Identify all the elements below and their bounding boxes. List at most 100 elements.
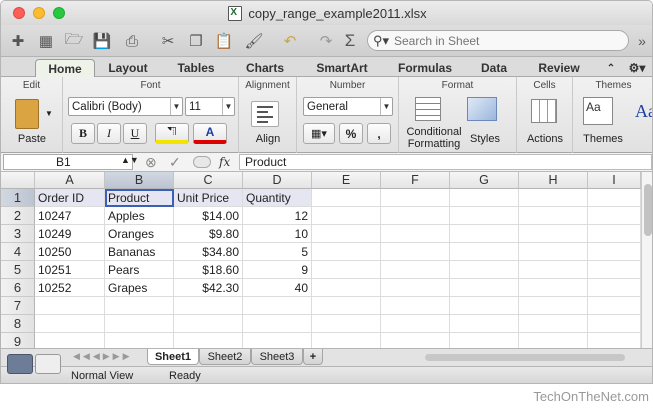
- number-format-select[interactable]: General ▼: [303, 97, 393, 116]
- cell-e6[interactable]: [312, 279, 381, 297]
- formula-builder-icon[interactable]: [193, 156, 211, 168]
- cell-d3[interactable]: 10: [243, 225, 312, 243]
- vertical-scrollbar[interactable]: [641, 172, 652, 348]
- cell-c3[interactable]: $9.80: [174, 225, 243, 243]
- cell-b8[interactable]: [105, 315, 174, 333]
- cell-a9[interactable]: [35, 333, 105, 348]
- function-fx-icon[interactable]: fx: [219, 155, 230, 169]
- column-header-h[interactable]: H: [519, 172, 588, 189]
- italic-button[interactable]: I: [97, 123, 121, 144]
- cell-c2[interactable]: $14.00: [174, 207, 243, 225]
- add-sheet-button[interactable]: +: [303, 349, 323, 365]
- open-icon[interactable]: 🗁: [63, 30, 85, 52]
- cell-g2[interactable]: [450, 207, 519, 225]
- cell-h8[interactable]: [519, 315, 588, 333]
- save-icon[interactable]: 💾: [91, 30, 113, 52]
- themes-label[interactable]: Themes: [575, 133, 631, 145]
- column-header-b[interactable]: B: [105, 172, 174, 189]
- cell-b7[interactable]: [105, 297, 174, 315]
- cell-g1[interactable]: [450, 189, 519, 207]
- search-input[interactable]: [394, 31, 614, 50]
- format-painter-icon[interactable]: 🖌: [243, 30, 265, 52]
- cell-h1[interactable]: [519, 189, 588, 207]
- cell-d8[interactable]: [243, 315, 312, 333]
- cell-a5[interactable]: 10251: [35, 261, 105, 279]
- tab-charts[interactable]: Charts: [231, 59, 299, 77]
- cell-g8[interactable]: [450, 315, 519, 333]
- align-label[interactable]: Align: [239, 133, 297, 145]
- cell-b1[interactable]: Product: [105, 189, 174, 207]
- cell-f9[interactable]: [381, 333, 450, 348]
- cell-f6[interactable]: [381, 279, 450, 297]
- comma-button[interactable]: ,: [367, 123, 391, 144]
- undo-icon[interactable]: ↶: [279, 30, 301, 52]
- autosum-icon[interactable]: Σ: [339, 30, 361, 52]
- cell-i6[interactable]: [588, 279, 641, 297]
- horizontal-scroll-thumb[interactable]: [425, 354, 625, 361]
- themes-icon[interactable]: Aa: [583, 97, 613, 125]
- cell-i1[interactable]: [588, 189, 641, 207]
- actions-icon[interactable]: [531, 99, 557, 123]
- cell-c7[interactable]: [174, 297, 243, 315]
- confirm-entry-icon[interactable]: ✓: [169, 154, 181, 171]
- cell-c1[interactable]: Unit Price: [174, 189, 243, 207]
- row-header-6[interactable]: 6: [1, 279, 35, 297]
- column-header-c[interactable]: C: [174, 172, 243, 189]
- cell-h3[interactable]: [519, 225, 588, 243]
- toolbar-overflow-icon[interactable]: »: [631, 30, 652, 52]
- tab-layout[interactable]: Layout: [95, 59, 161, 77]
- cell-e5[interactable]: [312, 261, 381, 279]
- column-header-g[interactable]: G: [450, 172, 519, 189]
- conditional-formatting-label[interactable]: Conditional Formatting: [399, 126, 469, 150]
- cell-d2[interactable]: 12: [243, 207, 312, 225]
- percent-button[interactable]: %: [339, 123, 363, 144]
- tab-home[interactable]: Home: [35, 59, 95, 77]
- vertical-scroll-thumb[interactable]: [644, 184, 652, 236]
- styles-icon[interactable]: [467, 97, 497, 121]
- tab-formulas[interactable]: Formulas: [385, 59, 465, 77]
- underline-button[interactable]: U: [123, 123, 147, 144]
- cell-c5[interactable]: $18.60: [174, 261, 243, 279]
- cell-i2[interactable]: [588, 207, 641, 225]
- select-all-corner[interactable]: [1, 172, 35, 189]
- cell-e7[interactable]: [312, 297, 381, 315]
- cell-f5[interactable]: [381, 261, 450, 279]
- column-header-a[interactable]: A: [35, 172, 105, 189]
- actions-label[interactable]: Actions: [517, 133, 573, 145]
- cut-icon[interactable]: ✂: [157, 30, 179, 52]
- cell-d9[interactable]: [243, 333, 312, 348]
- cell-h2[interactable]: [519, 207, 588, 225]
- cell-i3[interactable]: [588, 225, 641, 243]
- search-box[interactable]: ⚲▾: [367, 30, 629, 51]
- name-box[interactable]: B1: [3, 154, 133, 170]
- cell-a3[interactable]: 10249: [35, 225, 105, 243]
- row-header-9[interactable]: 9: [1, 333, 35, 348]
- cell-g3[interactable]: [450, 225, 519, 243]
- cell-b4[interactable]: Bananas: [105, 243, 174, 261]
- gallery-icon[interactable]: ▦: [35, 30, 57, 52]
- row-header-2[interactable]: 2: [1, 207, 35, 225]
- cell-d6[interactable]: 40: [243, 279, 312, 297]
- row-header-4[interactable]: 4: [1, 243, 35, 261]
- paste-icon[interactable]: 📋: [213, 30, 235, 52]
- cell-b3[interactable]: Oranges: [105, 225, 174, 243]
- cell-e8[interactable]: [312, 315, 381, 333]
- paste-label[interactable]: Paste: [1, 133, 63, 145]
- cell-d4[interactable]: 5: [243, 243, 312, 261]
- column-header-e[interactable]: E: [312, 172, 381, 189]
- cell-h7[interactable]: [519, 297, 588, 315]
- cell-i5[interactable]: [588, 261, 641, 279]
- cell-h9[interactable]: [519, 333, 588, 348]
- row-header-5[interactable]: 5: [1, 261, 35, 279]
- cell-a7[interactable]: [35, 297, 105, 315]
- sheet-tab-2[interactable]: Sheet2: [199, 349, 251, 365]
- row-header-7[interactable]: 7: [1, 297, 35, 315]
- page-layout-view-button[interactable]: [35, 354, 61, 374]
- highlight-color-button[interactable]: ⛠: [155, 123, 189, 144]
- font-color-button[interactable]: A: [193, 123, 227, 144]
- cell-e9[interactable]: [312, 333, 381, 348]
- print-icon[interactable]: ⎙: [121, 30, 143, 52]
- cell-f4[interactable]: [381, 243, 450, 261]
- sheet-navigation-arrows-icon[interactable]: ◀◀◀▶▶▶: [73, 351, 133, 362]
- copy-icon[interactable]: ❐: [185, 30, 207, 52]
